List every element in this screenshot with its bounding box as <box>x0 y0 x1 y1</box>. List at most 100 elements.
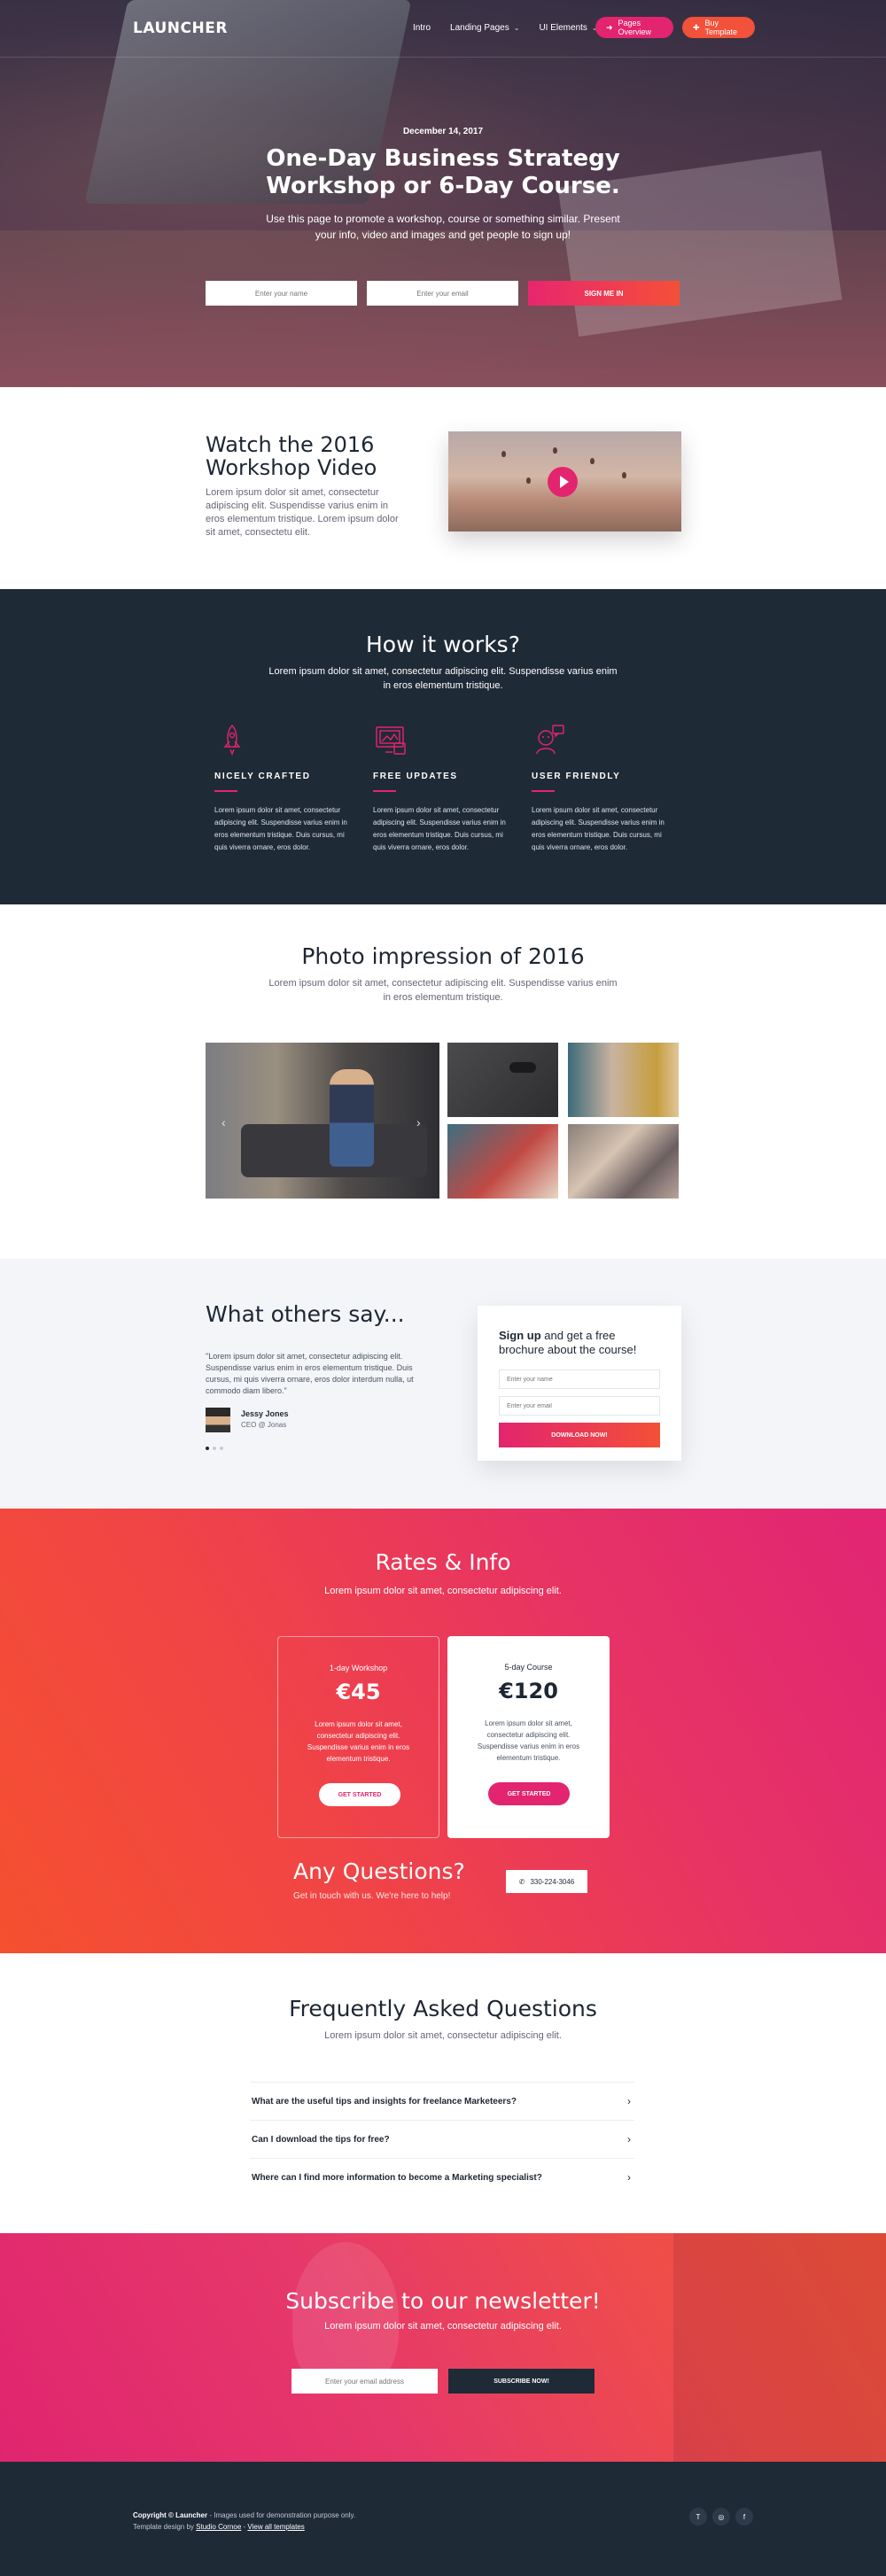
hero-title: One-Day Business Strategy Workshop or 6-… <box>0 145 886 200</box>
faq-question: What are the useful tips and insights fo… <box>252 2096 517 2107</box>
signup-name-input[interactable] <box>499 1369 660 1389</box>
feature-divider <box>373 790 396 792</box>
gallery-photo[interactable] <box>568 1043 679 1117</box>
gallery-photo-main[interactable]: ‹ › <box>206 1043 439 1199</box>
designer-link[interactable]: Studio Cornoe <box>196 2523 241 2531</box>
copyright-note: - Images used for demonstration purpose … <box>207 2511 356 2519</box>
footer-credits: Template design by Studio Cornoe - View … <box>133 2523 305 2531</box>
section-subtitle: Lorem ipsum dolor sit amet, consectetur … <box>268 666 618 691</box>
hero-section: LAUNCHER Intro Landing Pages ⌄ UI Element… <box>0 0 886 387</box>
hero-content: December 14, 2017 One-Day Business Strat… <box>0 127 886 243</box>
hero-subtitle-line: Use this page to promote a workshop, cou… <box>266 213 620 225</box>
gallery-photo[interactable] <box>447 1124 558 1199</box>
section-subtitle: Lorem ipsum dolor sit amet, consectetur … <box>324 2030 562 2041</box>
nav-link-ui-elements[interactable]: UI Elements⌄ <box>539 23 597 33</box>
sign-me-in-button[interactable]: SIGN ME IN <box>528 281 680 306</box>
hero-signup-form: SIGN ME IN <box>206 281 680 306</box>
signup-email-input[interactable] <box>499 1396 660 1416</box>
testimonial-name: Jessy Jones <box>241 1409 289 1418</box>
twitter-icon[interactable]: T <box>689 2508 707 2526</box>
avatar <box>206 1408 230 1432</box>
feature-text: Lorem ipsum dolor sit amet, consectetur … <box>532 806 664 851</box>
section-title: How it works? <box>366 632 520 657</box>
pricing-text: Lorem ipsum dolor sit amet, consectetur … <box>477 1719 580 1762</box>
phone-icon: ✆ <box>518 1877 525 1886</box>
feature-title: NICELY CRAFTED <box>214 772 311 781</box>
faq-item[interactable]: Where can I find more information to bec… <box>250 2158 634 2196</box>
chevron-right-icon[interactable]: › <box>416 1115 421 1129</box>
photos-section: Photo impression of 2016 Lorem ipsum dol… <box>0 904 886 1259</box>
get-started-button[interactable]: GET STARTED <box>319 1783 400 1806</box>
testimonial-title: What others say... <box>206 1301 405 1327</box>
section-title: Rates & Info <box>375 1549 511 1575</box>
chevron-left-icon[interactable]: ‹ <box>222 1115 226 1129</box>
hero-title-line: One-Day Business Strategy <box>266 145 620 172</box>
copyright-brand: Copyright © Launcher <box>133 2511 208 2519</box>
name-input[interactable] <box>206 281 357 306</box>
video-thumbnail[interactable] <box>448 431 681 531</box>
get-started-button[interactable]: GET STARTED <box>488 1782 570 1805</box>
rocket-icon <box>214 722 250 757</box>
testimonial-role: CEO @ Jonas <box>241 1421 287 1429</box>
design-prefix: Template design by <box>133 2523 197 2531</box>
photo-gallery: ‹ › <box>206 1043 679 1199</box>
newsletter-email-input[interactable] <box>291 2369 438 2394</box>
pricing-price: €120 <box>499 1679 558 1703</box>
section-title: Subscribe to our newsletter! <box>285 2288 601 2314</box>
download-now-button[interactable]: DOWNLOAD NOW! <box>499 1423 660 1447</box>
chevron-right-icon: › <box>627 2133 631 2145</box>
rates-section: Rates & Info Lorem ipsum dolor sit amet,… <box>0 1509 886 1953</box>
faq-item[interactable]: What are the useful tips and insights fo… <box>250 2082 634 2120</box>
devices-icon <box>373 722 408 757</box>
section-subtitle: Lorem ipsum dolor sit amet, consectetur … <box>324 1586 562 1596</box>
logo[interactable]: LAUNCHER <box>133 19 228 37</box>
feature-title: FREE UPDATES <box>373 772 458 781</box>
footer-copyright: Copyright © Launcher - Images used for d… <box>133 2511 355 2519</box>
balloon-image <box>622 472 626 478</box>
questions-title: Any Questions? <box>293 1858 465 1884</box>
phone-button[interactable]: ✆ 330-224-3046 <box>506 1870 587 1893</box>
phone-number: 330-224-3046 <box>530 1877 575 1886</box>
pricing-card-workshop: 1-day Workshop €45 Lorem ipsum dolor sit… <box>277 1636 439 1838</box>
faq-item[interactable]: Can I download the tips for free? › <box>250 2120 634 2158</box>
gallery-photo[interactable] <box>447 1043 558 1117</box>
carousel-dot[interactable] <box>220 1447 223 1450</box>
section-title: Photo impression of 2016 <box>301 943 585 969</box>
subscribe-button[interactable]: SUBSCRIBE NOW! <box>448 2369 595 2394</box>
chevron-down-icon: ⌄ <box>513 24 520 32</box>
video-section: Watch the 2016 Workshop Video Lorem ipsu… <box>0 387 886 589</box>
balloon-image <box>553 447 557 454</box>
view-all-templates-link[interactable]: View all templates <box>247 2523 304 2531</box>
feature-title: USER FRIENDLY <box>532 772 621 781</box>
faq-question: Where can I find more information to bec… <box>252 2172 542 2183</box>
event-date: December 14, 2017 <box>402 127 484 136</box>
carousel-dot-active[interactable] <box>206 1447 209 1450</box>
chevron-right-icon: › <box>627 2095 631 2107</box>
email-input[interactable] <box>367 281 518 306</box>
balloon-image <box>590 458 595 464</box>
nav-link-intro[interactable]: Intro <box>413 23 431 33</box>
feature-divider <box>214 790 237 792</box>
user-chat-icon <box>532 722 567 757</box>
facebook-icon[interactable]: f <box>735 2508 753 2526</box>
brochure-signup-card: Sign up and get a free brochure about th… <box>478 1306 681 1461</box>
gallery-photo[interactable] <box>568 1124 679 1199</box>
feature-item: USER FRIENDLY Lorem ipsum dolor sit amet… <box>532 722 690 854</box>
video-title: Watch the 2016 Workshop Video <box>206 432 377 480</box>
nav-link-label: Intro <box>413 23 431 33</box>
video-text: Lorem ipsum dolor sit amet, consectetur … <box>206 487 399 538</box>
carousel-dot[interactable] <box>213 1447 216 1450</box>
buy-template-button[interactable]: ✚ Buy Template <box>682 17 755 38</box>
section-subtitle: Lorem ipsum dolor sit amet, consectetur … <box>268 978 618 1003</box>
pages-overview-button[interactable]: ➜ Pages Overview <box>595 17 673 38</box>
play-button-icon[interactable] <box>548 467 578 497</box>
signup-title-bold: Sign up <box>499 1329 541 1342</box>
pricing-text: Lorem ipsum dolor sit amet, consectetur … <box>307 1720 410 1763</box>
pricing-price: €45 <box>336 1680 381 1704</box>
balloon-image <box>526 477 531 484</box>
balloon-image <box>501 451 506 457</box>
pricing-title: 1-day Workshop <box>329 1664 388 1672</box>
nav-link-landing-pages[interactable]: Landing Pages ⌄ <box>450 23 519 33</box>
feature-text: Lorem ipsum dolor sit amet, consectetur … <box>373 806 506 851</box>
instagram-icon[interactable]: ◎ <box>712 2508 730 2526</box>
